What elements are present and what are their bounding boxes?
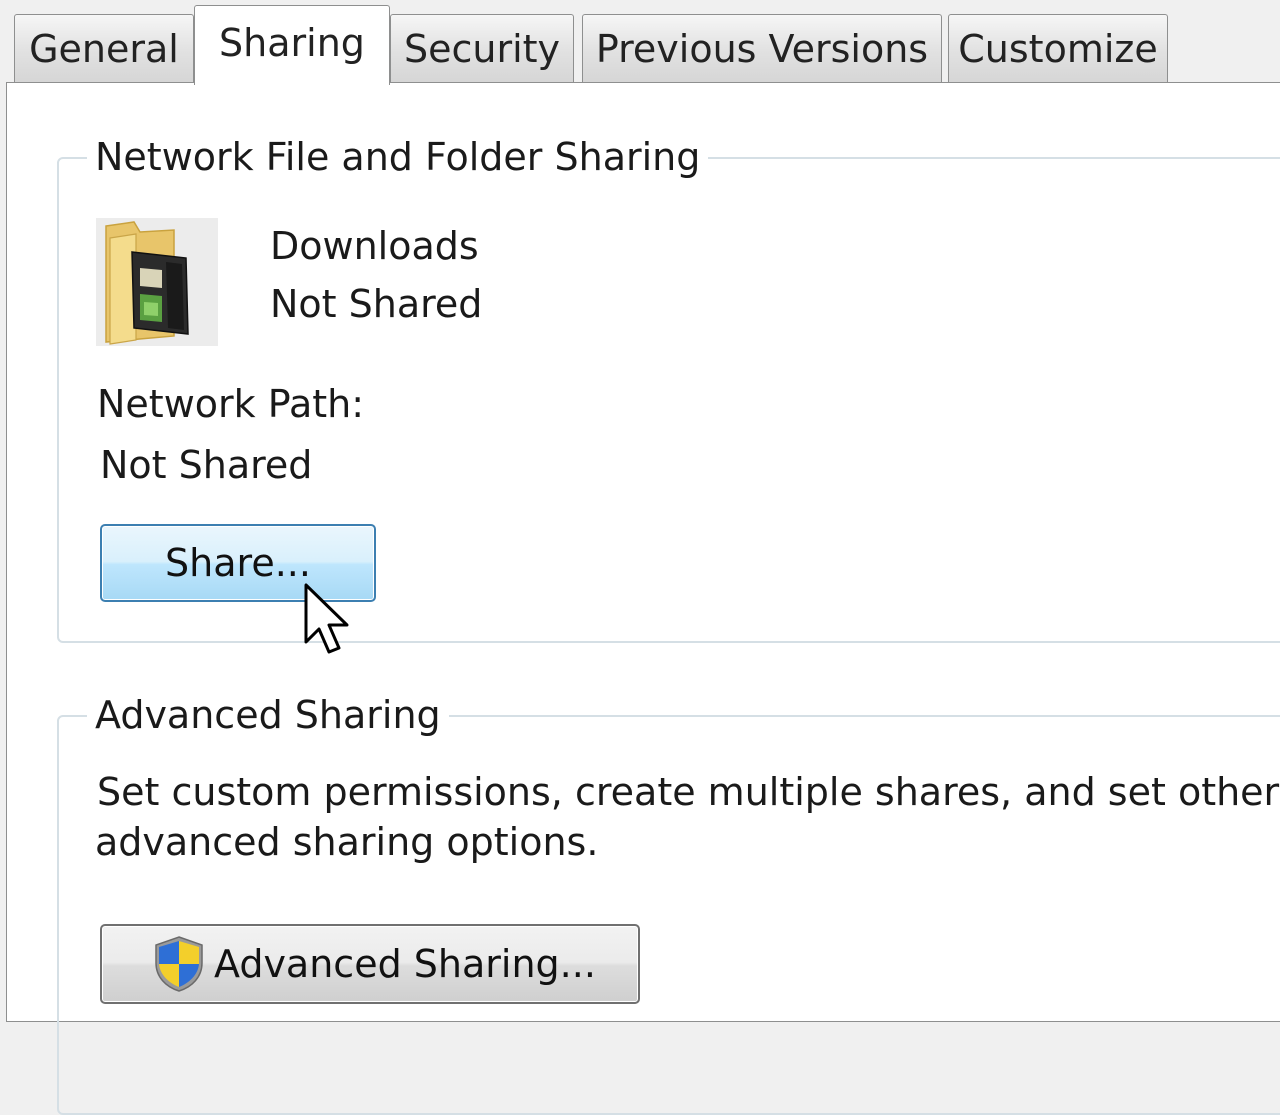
- uac-shield-icon: [155, 936, 203, 992]
- share-button-label: Share...: [165, 541, 311, 585]
- advanced-sharing-button-label: Advanced Sharing...: [214, 942, 596, 986]
- tab-previous-versions[interactable]: Previous Versions: [582, 14, 942, 82]
- advanced-sharing-description: Set custom permissions, create multiple …: [97, 770, 1280, 814]
- tab-security[interactable]: Security: [390, 14, 574, 82]
- network-sharing-title: Network File and Folder Sharing: [87, 133, 709, 181]
- advanced-sharing-button[interactable]: Advanced Sharing...: [100, 924, 640, 1004]
- tab-general[interactable]: General: [14, 14, 194, 82]
- tab-sharing[interactable]: Sharing: [194, 5, 390, 85]
- network-path-value: Not Shared: [100, 443, 313, 487]
- advanced-sharing-description-cont: advanced sharing options.: [95, 820, 599, 864]
- advanced-sharing-title: Advanced Sharing: [87, 691, 449, 739]
- tab-customize[interactable]: Customize: [948, 14, 1168, 82]
- network-path-label: Network Path:: [97, 382, 365, 426]
- folder-name: Downloads: [270, 224, 479, 268]
- mouse-pointer-icon: [304, 583, 349, 654]
- folder-icon: [96, 218, 218, 346]
- folder-share-status: Not Shared: [270, 282, 483, 326]
